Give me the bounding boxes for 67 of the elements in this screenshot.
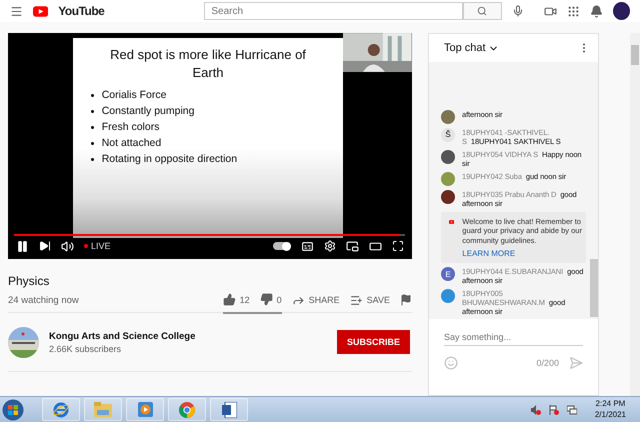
browser-icon xyxy=(53,402,69,418)
pause-button[interactable] xyxy=(16,240,29,252)
taskbar-app-button[interactable] xyxy=(42,398,80,421)
playlist-add-icon xyxy=(350,294,363,306)
start-button[interactable] xyxy=(2,398,24,420)
slide-bullet: Corialis Force xyxy=(90,89,238,102)
subscribe-button[interactable]: SUBSCRIBE xyxy=(336,330,410,354)
slide-bullet: Constantly pumping xyxy=(90,105,238,118)
slide-bullet: Rotating in opposite direction xyxy=(90,153,238,166)
thumbs-up-icon xyxy=(222,293,236,306)
next-button[interactable] xyxy=(39,240,51,252)
volume-button[interactable] xyxy=(61,240,74,252)
flag-icon[interactable] xyxy=(548,404,559,414)
autoplay-toggle[interactable] xyxy=(273,242,291,250)
folder-icon xyxy=(94,402,112,417)
network-icon[interactable] xyxy=(566,404,577,414)
live-dot xyxy=(84,244,88,248)
user-avatar: E xyxy=(441,267,455,281)
search-icon xyxy=(477,6,488,16)
scrollbar-thumb[interactable] xyxy=(631,45,639,65)
scrollbar-thumb[interactable] xyxy=(590,259,598,317)
dislike-button[interactable]: 0 xyxy=(260,293,282,306)
subscriber-count: 2.66K subscribers xyxy=(49,344,122,354)
taskbar-app-button[interactable] xyxy=(126,398,164,421)
report-button[interactable] xyxy=(400,294,412,306)
like-button[interactable]: 12 xyxy=(222,293,250,306)
learn-more-link[interactable]: LEARN MORE xyxy=(462,249,582,258)
taskbar-app-button[interactable] xyxy=(168,398,206,421)
chrome-icon xyxy=(179,402,195,418)
save-button[interactable]: SAVE xyxy=(350,294,390,306)
thumbs-down-icon xyxy=(260,293,273,306)
video-title: Physics xyxy=(8,274,50,288)
logo-text: YouTube xyxy=(58,4,104,18)
search-field[interactable]: Search xyxy=(204,2,463,20)
miniplayer-button[interactable] xyxy=(346,240,359,252)
media-player-icon xyxy=(138,402,152,417)
slide-title: Red spot is more like Hurricane of Earth xyxy=(109,46,307,82)
viewer-count: 24 watching now xyxy=(8,294,79,306)
search-button[interactable] xyxy=(462,2,502,20)
camera-icon[interactable] xyxy=(544,4,557,18)
microphone-icon[interactable] xyxy=(512,5,524,17)
video-player[interactable]: Red spot is more like Hurricane of Earth Corialis Force Constantly pumping Fresh colors Not attached Rotating in opposite direction LIVE xyxy=(8,33,412,259)
settings-button[interactable] xyxy=(324,240,336,252)
flag-icon xyxy=(400,294,412,306)
chat-input[interactable]: Say something... xyxy=(444,329,583,346)
user-avatar[interactable] xyxy=(612,2,630,20)
live-label: LIVE xyxy=(91,241,111,251)
speaker-icon[interactable] xyxy=(530,404,541,414)
channel-avatar[interactable] xyxy=(8,326,39,358)
slide-bullet: Fresh colors xyxy=(90,121,238,134)
slide-bullet: Not attached xyxy=(90,137,238,150)
clock-date[interactable]: 2/1/2021 xyxy=(594,410,626,420)
logo-icon xyxy=(33,6,48,16)
share-button[interactable]: SHARE xyxy=(292,294,340,306)
user-avatar: Š xyxy=(441,128,455,142)
taskbar-app-button[interactable] xyxy=(210,398,248,421)
character-counter: 0/200 xyxy=(536,358,559,368)
document-app-icon xyxy=(222,402,236,418)
apps-grid-icon[interactable] xyxy=(566,4,580,18)
theater-button[interactable] xyxy=(369,240,382,252)
fullscreen-button[interactable] xyxy=(392,240,404,252)
bell-icon[interactable] xyxy=(590,4,603,18)
chat-mode-dropdown[interactable]: Top chat xyxy=(444,42,499,54)
channel-name[interactable]: Kongu Arts and Science College xyxy=(49,330,196,342)
menu-icon[interactable] xyxy=(10,4,23,18)
clock-time[interactable]: 2:24 PM xyxy=(596,399,626,410)
captions-button[interactable] xyxy=(301,240,314,252)
